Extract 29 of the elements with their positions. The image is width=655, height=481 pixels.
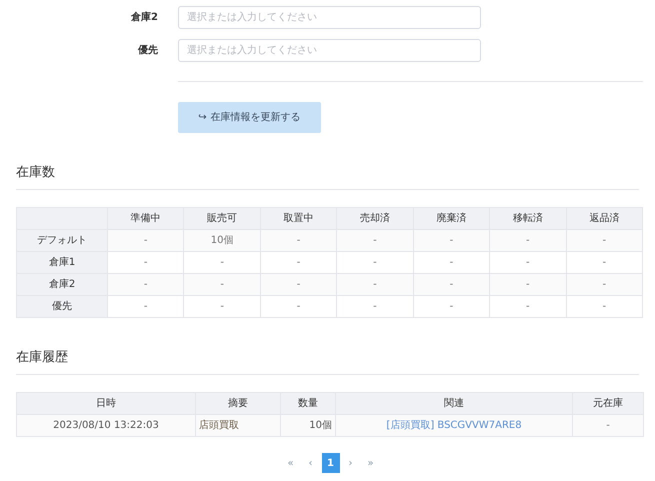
table-cell: - xyxy=(260,296,337,318)
table-cell: - xyxy=(413,296,490,318)
field-label: 優先 xyxy=(136,44,158,58)
row-header: 倉庫1 xyxy=(16,252,108,274)
table-cell: - xyxy=(572,414,644,436)
row-header: 倉庫2 xyxy=(16,274,108,296)
select-input-field[interactable]: 選択または入力してください xyxy=(178,6,481,29)
pagination-button[interactable]: ‹ xyxy=(302,453,320,473)
table-cell: 10個 xyxy=(280,414,336,436)
section-title: 在庫数 xyxy=(16,165,55,180)
table-cell: 店頭買取 xyxy=(196,414,280,436)
table-cell: - xyxy=(490,296,566,318)
column-header: 日時 xyxy=(16,392,196,414)
pagination-button[interactable]: › xyxy=(342,453,360,473)
section-title: 在庫履歴 xyxy=(16,350,68,365)
table-cell: - xyxy=(336,296,414,318)
pagination-button[interactable]: « xyxy=(282,453,300,473)
row-header: デフォルト xyxy=(16,230,108,252)
select-input-field[interactable]: 選択または入力してください xyxy=(178,39,481,62)
table-cell: - xyxy=(184,296,260,318)
field-label: 倉庫2 xyxy=(130,10,158,25)
pagination-button[interactable]: 1 xyxy=(322,453,340,473)
table-cell: - xyxy=(108,296,184,318)
update-stock-button[interactable]: ↪ 在庫情報を更新する xyxy=(178,102,321,133)
table-cell: 2023/08/10 13:22:03 xyxy=(16,414,196,436)
table-cell: - xyxy=(566,296,642,318)
pagination-button[interactable]: » xyxy=(362,453,380,473)
column-header: 関連 xyxy=(336,392,572,414)
row-header: 優先 xyxy=(16,296,108,318)
